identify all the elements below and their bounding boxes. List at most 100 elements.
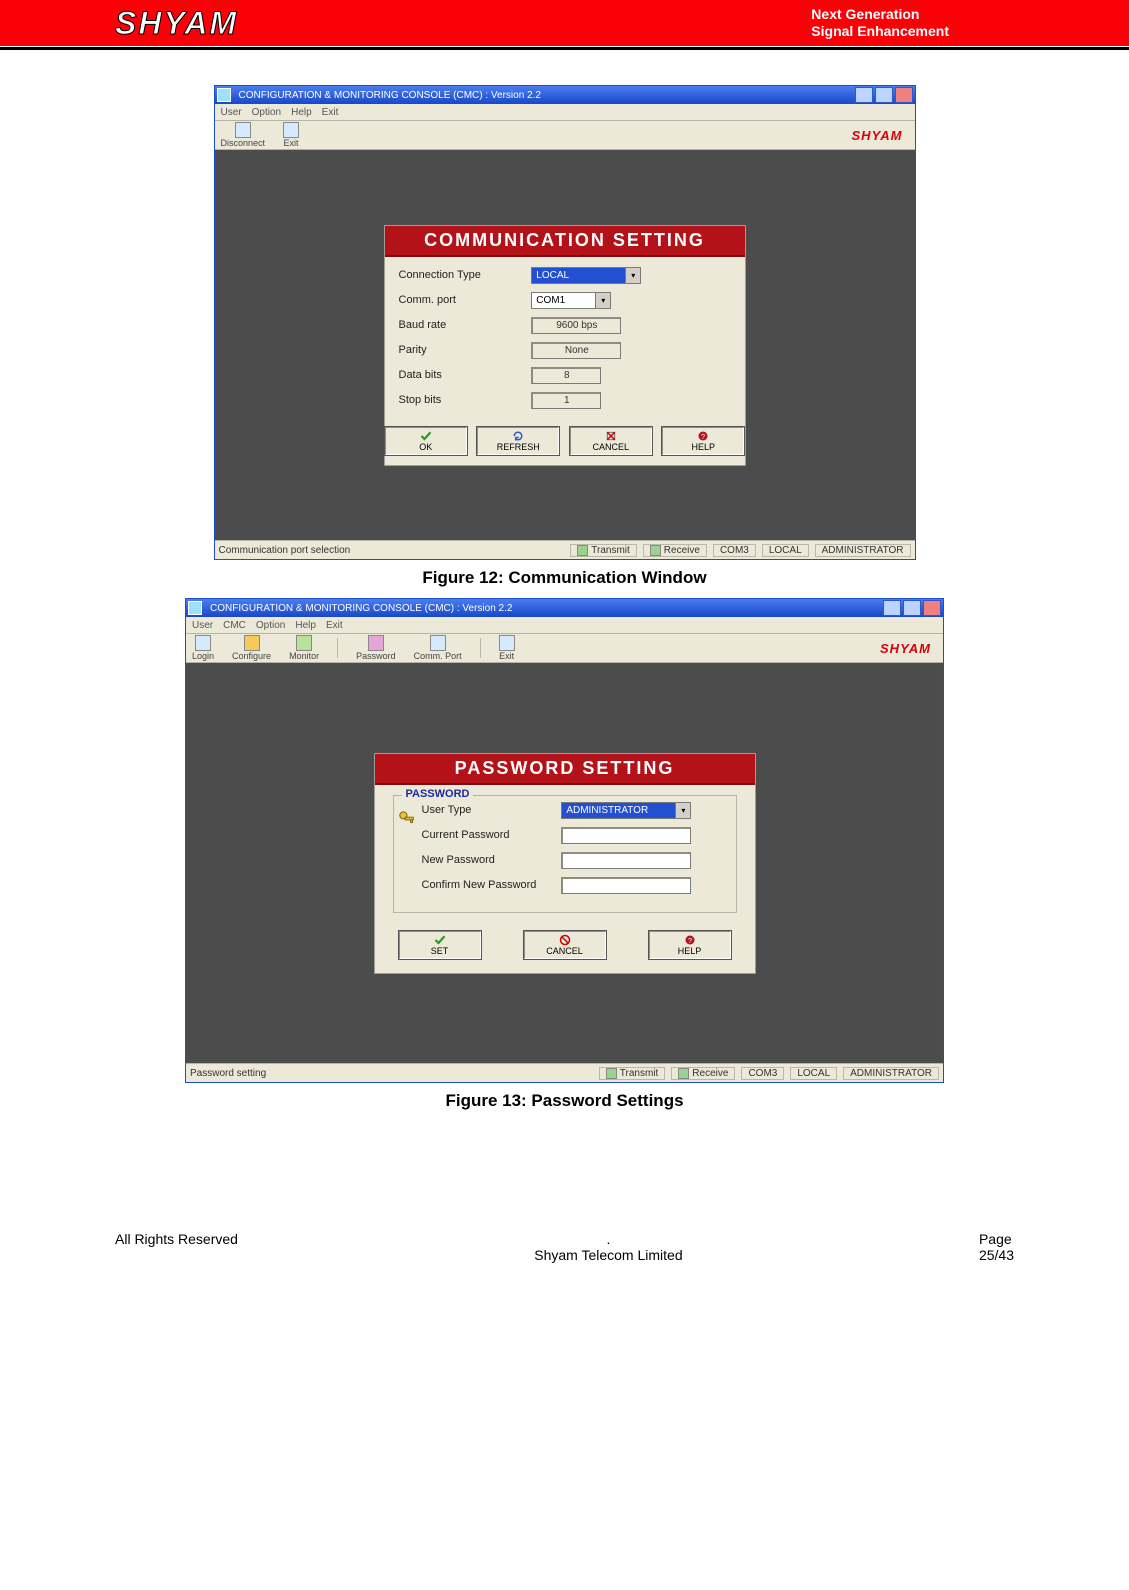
password-fieldset: PASSWORD User Type ADMINISTRATOR ▾ (393, 795, 737, 913)
comm-port-value: COM1 (536, 295, 565, 306)
cancel-button[interactable]: CANCEL (524, 931, 606, 959)
toolbar-disconnect[interactable]: Disconnect (221, 122, 266, 148)
chevron-down-icon: ▾ (675, 803, 690, 818)
parity-field: None (531, 342, 621, 359)
tagline-1: Next Generation (811, 6, 949, 23)
footer-page-number: 25/43 (979, 1247, 1014, 1263)
menu-help[interactable]: Help (295, 620, 316, 631)
app-brand-logo: SHYAM (852, 128, 909, 143)
menu-exit[interactable]: Exit (322, 107, 339, 118)
new-password-input[interactable] (561, 852, 691, 869)
menu-cmc[interactable]: CMC (223, 620, 246, 631)
connection-type-combo[interactable]: LOCAL ▾ (531, 267, 641, 284)
status-receive: Receive (643, 544, 707, 557)
dialog-title: PASSWORD SETTING (375, 754, 755, 785)
maximize-button[interactable] (875, 87, 893, 103)
menu-bar: User Option Help Exit (215, 104, 915, 121)
led-icon (650, 545, 661, 556)
cancel-label: CANCEL (592, 442, 629, 452)
menu-help[interactable]: Help (291, 107, 312, 118)
footer-page-label: Page (979, 1231, 1012, 1247)
label-connection-type: Connection Type (399, 269, 532, 281)
chevron-down-icon: ▾ (595, 293, 610, 308)
footer-company: Shyam Telecom Limited (534, 1247, 682, 1263)
app-icon (188, 601, 202, 615)
menu-user[interactable]: User (221, 107, 242, 118)
status-user: ADMINISTRATOR (843, 1067, 939, 1080)
help-button[interactable]: ? HELP (662, 427, 744, 455)
workspace: PASSWORD SETTING PASSWORD User Type ADMI… (186, 663, 943, 1063)
footer-dot: . (607, 1231, 611, 1247)
status-user: ADMINISTRATOR (815, 544, 911, 557)
menu-option[interactable]: Option (252, 107, 281, 118)
status-transmit: Transmit (599, 1067, 666, 1080)
chevron-down-icon: ▾ (625, 268, 640, 283)
label-stop-bits: Stop bits (399, 394, 532, 406)
toolbar-configure[interactable]: Configure (232, 635, 271, 661)
help-button[interactable]: ? HELP (649, 931, 731, 959)
refresh-button[interactable]: REFRESH (477, 427, 559, 455)
comm-port-combo[interactable]: COM1 ▾ (531, 292, 611, 309)
status-text: Communication port selection (219, 545, 351, 556)
figure-12-caption: Figure 12: Communication Window (0, 568, 1129, 588)
stop-bits-field: 1 (531, 392, 601, 409)
fieldset-legend: PASSWORD (402, 788, 474, 800)
menu-exit[interactable]: Exit (326, 620, 343, 631)
current-password-input[interactable] (561, 827, 691, 844)
status-port: COM3 (741, 1067, 784, 1080)
menu-user[interactable]: User (192, 620, 213, 631)
refresh-icon (512, 430, 524, 442)
data-bits-field: 8 (531, 367, 601, 384)
toolbar-monitor-label: Monitor (289, 652, 319, 661)
brand-tagline: Next Generation Signal Enhancement (811, 6, 1119, 40)
brand-logo: SHYAM (115, 5, 238, 42)
close-button[interactable] (895, 87, 913, 103)
label-new-password: New Password (422, 854, 562, 866)
toolbar-password[interactable]: Password (356, 635, 396, 661)
toolbar-monitor[interactable]: Monitor (289, 635, 319, 661)
svg-text:?: ? (701, 432, 705, 441)
disconnect-icon (235, 122, 251, 138)
status-bar: Communication port selection Transmit Re… (215, 540, 915, 559)
confirm-password-input[interactable] (561, 877, 691, 894)
toolbar-comm-port[interactable]: Comm. Port (414, 635, 462, 661)
led-icon (678, 1068, 689, 1079)
baud-rate-field: 9600 bps (531, 317, 621, 334)
minimize-button[interactable] (855, 87, 873, 103)
label-user-type: User Type (422, 804, 562, 816)
ok-button[interactable]: OK (385, 427, 467, 455)
led-icon (577, 545, 588, 556)
configure-icon (244, 635, 260, 651)
label-baud-rate: Baud rate (399, 319, 532, 331)
label-comm-port: Comm. port (399, 294, 532, 306)
menu-bar: User CMC Option Help Exit (186, 617, 943, 634)
set-button[interactable]: SET (399, 931, 481, 959)
toolbar-login[interactable]: Login (192, 635, 214, 661)
label-current-password: Current Password (422, 829, 562, 841)
key-icon (398, 810, 416, 828)
toolbar-exit[interactable]: Exit (283, 122, 299, 148)
cancel-icon (559, 934, 571, 946)
cancel-button[interactable]: CANCEL (570, 427, 652, 455)
help-label: HELP (678, 946, 702, 956)
window-title: CONFIGURATION & MONITORING CONSOLE (CMC)… (210, 603, 512, 614)
page-footer: All Rights Reserved . Shyam Telecom Limi… (0, 1231, 1129, 1293)
workspace: COMMUNICATION SETTING Connection Type LO… (215, 150, 915, 540)
app-icon (217, 88, 231, 102)
page-header: SHYAM Next Generation Signal Enhancement (0, 0, 1129, 46)
status-text: Password setting (190, 1068, 266, 1079)
user-type-combo[interactable]: ADMINISTRATOR ▾ (561, 802, 691, 819)
minimize-button[interactable] (883, 600, 901, 616)
menu-option[interactable]: Option (256, 620, 285, 631)
toolbar-exit[interactable]: Exit (499, 635, 515, 661)
toolbar-exit-label: Exit (284, 139, 299, 148)
window-titlebar: CONFIGURATION & MONITORING CONSOLE (CMC)… (186, 599, 943, 617)
set-label: SET (431, 946, 449, 956)
check-icon (420, 430, 432, 442)
refresh-label: REFRESH (497, 442, 540, 452)
user-type-value: ADMINISTRATOR (566, 805, 648, 816)
tool-bar: Login Configure Monitor Password Comm. P… (186, 634, 943, 663)
close-button[interactable] (923, 600, 941, 616)
status-mode: LOCAL (790, 1067, 837, 1080)
maximize-button[interactable] (903, 600, 921, 616)
